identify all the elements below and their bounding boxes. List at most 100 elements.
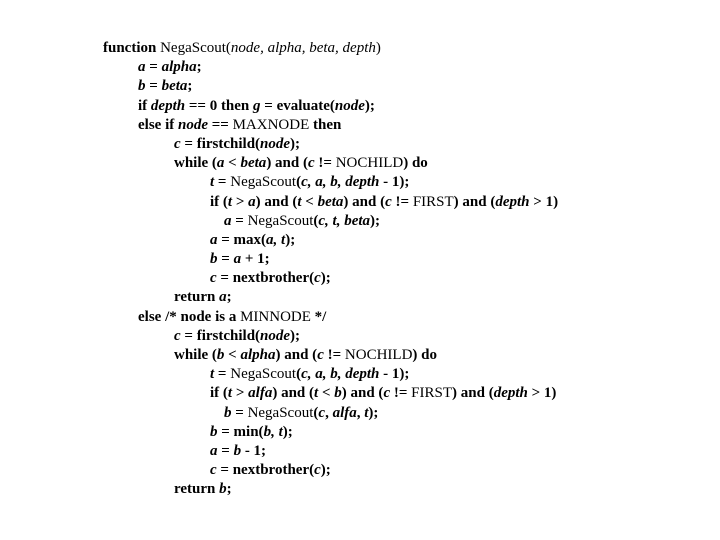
code-token: c bbox=[314, 270, 321, 287]
code-token: alpha bbox=[161, 59, 197, 76]
code-token: a bbox=[138, 59, 146, 76]
code-token: > 1) bbox=[527, 385, 557, 402]
code-token: then bbox=[309, 116, 342, 133]
code-token: ); bbox=[290, 135, 301, 152]
code-token: alfa bbox=[332, 404, 357, 421]
code-token: if ( bbox=[210, 193, 228, 210]
code-token: alfa bbox=[248, 385, 273, 402]
code-token: c bbox=[174, 135, 181, 152]
code-token: > bbox=[232, 385, 249, 402]
code-token: < bbox=[318, 385, 335, 402]
code-token: c, t, beta bbox=[318, 212, 371, 229]
code-token: alpha bbox=[240, 347, 276, 363]
code-token: c bbox=[174, 327, 181, 344]
code-token: NegaScout bbox=[247, 404, 314, 421]
code-token: - 1); bbox=[379, 366, 410, 383]
code-token: b bbox=[210, 423, 218, 440]
code-line: a = NegaScout(c, t, beta); bbox=[103, 212, 558, 231]
code-token: ; bbox=[196, 59, 202, 76]
code-token: c bbox=[308, 155, 315, 172]
code-line: if (t > alfa) and (t < b) and (c != FIRS… bbox=[103, 384, 558, 403]
code-token: c bbox=[210, 462, 217, 479]
code-token: c, a, b, depth bbox=[301, 174, 380, 191]
code-token: > 1) bbox=[529, 193, 559, 210]
code-token: b, t bbox=[263, 423, 283, 440]
code-line: c = firstchild(node); bbox=[103, 135, 558, 154]
code-token: beta bbox=[240, 155, 267, 172]
code-token: ; bbox=[226, 289, 232, 306]
code-token: if ( bbox=[210, 385, 228, 402]
code-token: a bbox=[210, 442, 218, 459]
code-token: = bbox=[214, 174, 231, 191]
code-token: b bbox=[334, 385, 342, 402]
code-line: if depth == 0 then g = evaluate(node); bbox=[103, 97, 558, 116]
code-token: a bbox=[219, 289, 227, 306]
code-token: = bbox=[145, 78, 162, 95]
code-token: NegaScout( bbox=[160, 40, 231, 56]
code-line: while (b < alpha) and (c != NOCHILD) do bbox=[103, 346, 558, 365]
code-token: = bbox=[145, 59, 162, 76]
code-token: while ( bbox=[174, 155, 217, 172]
code-token: while ( bbox=[174, 347, 217, 363]
code-token: c, a, b, depth bbox=[301, 366, 380, 383]
code-token: > bbox=[232, 193, 249, 210]
code-token: g bbox=[253, 97, 261, 114]
code-token: b bbox=[219, 481, 227, 498]
code-token: a, t bbox=[266, 231, 286, 248]
code-token: = bbox=[217, 251, 234, 268]
code-token: ) bbox=[375, 40, 381, 56]
code-line: a = max(a, t); bbox=[103, 231, 558, 250]
code-line: b = NegaScout(c, alfa, t); bbox=[103, 404, 558, 423]
code-token: FIRST bbox=[412, 193, 454, 210]
code-token: ); bbox=[320, 462, 331, 479]
code-token: depth bbox=[493, 385, 528, 402]
pseudocode-block: function NegaScout(node, alpha, beta, de… bbox=[103, 39, 558, 500]
code-token: c bbox=[210, 270, 217, 287]
code-token: ) and ( bbox=[452, 385, 494, 402]
code-token: ; bbox=[226, 481, 232, 498]
code-line: a = alpha; bbox=[103, 58, 558, 77]
code-token: + 1; bbox=[241, 251, 270, 268]
code-token: ) and ( bbox=[275, 347, 318, 363]
code-line: if (t > a) and (t < beta) and (c != FIRS… bbox=[103, 193, 558, 212]
code-token: ) do bbox=[412, 347, 437, 363]
code-token: MAXNODE bbox=[232, 116, 310, 133]
code-line: b = min(b, t); bbox=[103, 423, 558, 442]
code-token: NegaScout bbox=[230, 174, 297, 191]
code-token: ); bbox=[364, 97, 375, 114]
code-token: depth bbox=[150, 97, 186, 114]
code-token: = firstchild( bbox=[180, 135, 261, 152]
code-token: ) and ( bbox=[343, 193, 386, 210]
code-token: != bbox=[323, 347, 345, 363]
code-token: ) and ( bbox=[266, 155, 308, 172]
code-token: = nextbrother( bbox=[216, 270, 315, 287]
code-line: else /* node is a MINNODE */ bbox=[103, 308, 558, 327]
code-token: NOCHILD bbox=[344, 347, 413, 363]
code-token: node bbox=[260, 327, 291, 344]
code-token: FIRST bbox=[411, 385, 453, 402]
code-token: = bbox=[231, 212, 248, 229]
code-token: node bbox=[260, 135, 291, 152]
code-token: ); bbox=[290, 327, 301, 344]
code-token: beta bbox=[161, 78, 188, 95]
code-token: ); bbox=[285, 231, 296, 248]
code-token: = bbox=[217, 442, 234, 459]
code-token: ) do bbox=[403, 155, 428, 172]
code-token: = bbox=[214, 366, 231, 383]
code-token: */ bbox=[310, 308, 327, 325]
code-line: return a; bbox=[103, 288, 558, 307]
code-token: = bbox=[231, 404, 248, 421]
code-token: < bbox=[301, 193, 318, 210]
code-token: c bbox=[317, 347, 324, 363]
code-token: NegaScout bbox=[247, 212, 314, 229]
code-token: b bbox=[210, 251, 218, 268]
code-token: ) and ( bbox=[341, 385, 384, 402]
code-token: c bbox=[385, 193, 392, 210]
code-token: if bbox=[138, 97, 151, 114]
code-token: ); bbox=[368, 404, 379, 421]
code-token: - 1; bbox=[241, 442, 267, 459]
code-line: b = a + 1; bbox=[103, 250, 558, 269]
code-token: depth bbox=[495, 193, 530, 210]
code-line: else if node == MAXNODE then bbox=[103, 116, 558, 135]
code-line: while (a < beta) and (c != NOCHILD) do bbox=[103, 154, 558, 173]
